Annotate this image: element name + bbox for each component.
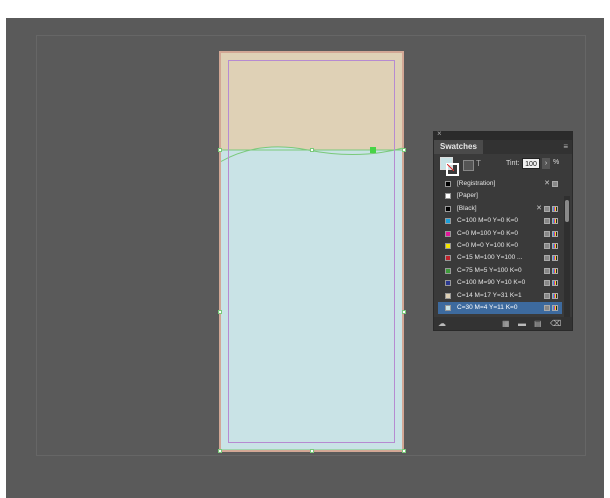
swatch-controls: T Tint: 100 › %: [434, 154, 572, 176]
panel-tab-row: Swatches ≡: [434, 140, 572, 154]
swatch-color-chip: [445, 218, 451, 225]
swatch-color-chip: [445, 205, 451, 212]
swatch-row[interactable]: [Black] ✕: [438, 203, 562, 215]
cmyk-icon: [552, 267, 558, 274]
panel-bottom-bar: ☁ ▦ ▬ ▤ ⌫: [434, 317, 572, 330]
non-editable-icon: ✕: [536, 204, 542, 212]
process-icon: [544, 255, 550, 262]
anchor-point-handle[interactable]: [370, 147, 376, 153]
tint-label: Tint:: [506, 160, 520, 167]
swatch-color-chip: [445, 242, 451, 249]
cmyk-icon: [552, 230, 558, 237]
new-swatch-icon[interactable]: ▤: [534, 319, 542, 328]
swatch-row[interactable]: C=15 M=100 Y=100 ...: [438, 252, 562, 264]
selection-handle-ml[interactable]: [218, 310, 222, 314]
none-icon: [447, 164, 454, 171]
formatting-container-icon[interactable]: [463, 160, 474, 171]
process-icon: [544, 292, 550, 299]
document-page[interactable]: [218, 50, 406, 454]
swatch-name: C=0 M=0 Y=100 K=0: [457, 241, 518, 249]
process-icon: [544, 304, 550, 311]
swatch-name: [Registration]: [457, 180, 496, 187]
process-icon: [544, 242, 550, 249]
swatch-color-chip: [445, 304, 451, 311]
tint-unit: %: [553, 159, 560, 166]
menu-icon[interactable]: ≡: [563, 143, 568, 151]
cloud-library-icon[interactable]: ☁: [438, 319, 446, 328]
swatch-name: C=0 M=100 Y=0 K=0: [457, 229, 518, 237]
new-color-group-icon[interactable]: ▬: [518, 319, 526, 328]
tint-stepper-button[interactable]: ›: [542, 158, 550, 169]
process-icon: [544, 205, 550, 212]
swatch-row[interactable]: C=100 M=0 Y=0 K=0: [438, 215, 562, 227]
swatch-row[interactable]: C=0 M=0 Y=100 K=0: [438, 240, 562, 252]
cmyk-icon: [552, 255, 558, 262]
selection-handle-mr[interactable]: [402, 310, 406, 314]
swatch-row[interactable]: C=75 M=5 Y=100 K=0: [438, 265, 562, 277]
swatch-row[interactable]: C=14 M=17 Y=31 K=1: [438, 290, 562, 302]
swatch-name: C=75 M=5 Y=100 K=0: [457, 266, 522, 274]
cmyk-icon: [552, 292, 558, 299]
swatch-row[interactable]: [Paper]: [438, 190, 562, 202]
swatch-row[interactable]: [Registration] ✕: [438, 178, 562, 190]
cmyk-icon: [552, 304, 558, 311]
swatch-list: [Registration] ✕ [Paper] [Black] ✕ C=100 M=0 …: [438, 178, 562, 317]
registration-icon: [552, 181, 558, 187]
selection-handle-bl[interactable]: [218, 449, 222, 453]
swatch-color-chip: [445, 267, 451, 274]
swatch-name: C=100 M=0 Y=0 K=0: [457, 217, 518, 225]
cmyk-icon: [552, 242, 558, 249]
formatting-text-icon[interactable]: T: [476, 159, 481, 168]
swatch-color-chip: [445, 280, 451, 287]
selection-handle-tr[interactable]: [402, 148, 406, 152]
process-icon: [544, 267, 550, 274]
swatch-color-chip: [445, 181, 451, 187]
swatch-color-chip: [445, 292, 451, 299]
selection-handle-br[interactable]: [402, 449, 406, 453]
document-workspace[interactable]: × Swatches ≡ T Tint: 100 › % [Registrati…: [6, 18, 604, 498]
swatch-mode-icons: [542, 304, 558, 317]
swatch-name: [Paper]: [457, 192, 478, 200]
tint-input[interactable]: 100: [522, 158, 540, 169]
page-bleed-edge: [219, 51, 404, 452]
show-all-swatches-icon[interactable]: ▦: [502, 319, 510, 328]
swatch-name: [Black]: [457, 204, 477, 212]
swatch-row[interactable]: C=30 M=4 Y=11 K=0: [438, 301, 562, 317]
swatch-color-chip: [445, 255, 451, 262]
swatch-name: C=30 M=4 Y=11 K=0: [457, 303, 518, 311]
non-editable-icon: ✕: [544, 180, 550, 187]
trash-icon[interactable]: ⌫: [550, 319, 561, 328]
selection-handle-tl[interactable]: [218, 148, 222, 152]
swatch-name: C=14 M=17 Y=31 K=1: [457, 291, 522, 299]
swatch-row[interactable]: C=100 M=90 Y=10 K=0: [438, 277, 562, 289]
swatch-color-chip: [445, 230, 451, 237]
swatch-name: C=15 M=100 Y=100 ...: [457, 254, 523, 262]
cmyk-icon: [552, 280, 558, 287]
process-icon: [544, 230, 550, 237]
swatch-name: C=100 M=90 Y=10 K=0: [457, 279, 526, 287]
swatch-color-chip: [445, 193, 451, 200]
selection-handle-bm[interactable]: [310, 449, 314, 453]
cmyk-icon: [552, 205, 558, 212]
cmyk-icon: [552, 218, 558, 225]
selection-handle-tm[interactable]: [310, 148, 314, 152]
process-icon: [544, 218, 550, 225]
swatches-panel[interactable]: × Swatches ≡ T Tint: 100 › % [Registrati…: [433, 129, 573, 331]
caption-text: [0, 0, 610, 18]
tab-swatches[interactable]: Swatches: [434, 140, 483, 154]
panel-titlebar[interactable]: ×: [434, 129, 572, 140]
swatch-row[interactable]: C=0 M=100 Y=0 K=0: [438, 228, 562, 240]
close-icon[interactable]: ×: [437, 129, 442, 138]
process-icon: [544, 280, 550, 287]
scrollbar-thumb[interactable]: [565, 200, 569, 222]
